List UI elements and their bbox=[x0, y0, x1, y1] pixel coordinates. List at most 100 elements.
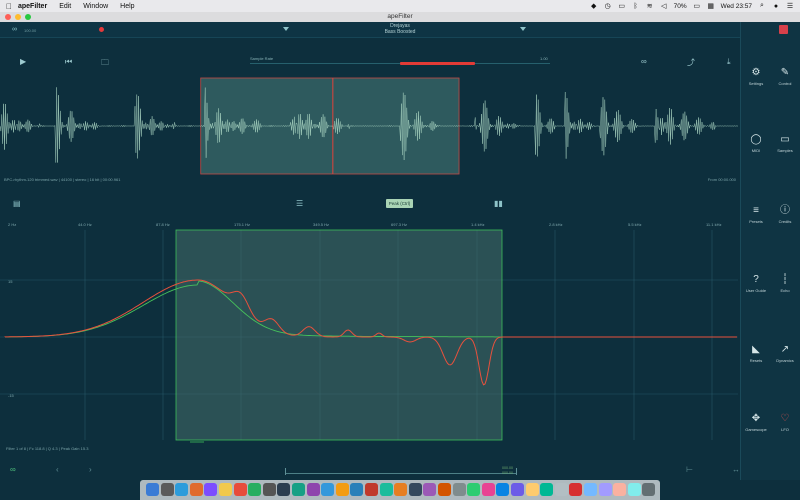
dock-app-icon[interactable] bbox=[160, 483, 174, 496]
panel-item-resets[interactable]: ◣ Resets bbox=[741, 343, 771, 363]
panel-item-lfo[interactable]: ♡ LFO bbox=[770, 412, 800, 432]
panel-item-label: Gamescope bbox=[745, 427, 767, 432]
peak-button[interactable]: Peak (Ctrl) bbox=[386, 199, 413, 208]
record-button[interactable] bbox=[99, 27, 104, 32]
expand-icon[interactable]: ↔ bbox=[732, 465, 740, 474]
dock-app-icon[interactable] bbox=[642, 483, 656, 496]
panel-item-midi[interactable]: ◯ MIDI bbox=[741, 133, 771, 153]
dock-app-icon[interactable] bbox=[554, 483, 568, 496]
bracket-icon[interactable]: ⊢ bbox=[686, 465, 693, 474]
dock-app-icon[interactable] bbox=[219, 483, 232, 496]
user-icon[interactable]: ● bbox=[772, 3, 780, 10]
next-arrow-icon[interactable]: › bbox=[89, 465, 92, 474]
preset-dropdown-icon[interactable] bbox=[520, 27, 526, 31]
panel-item-dynamics[interactable]: ↗ Dynamics bbox=[770, 343, 800, 363]
dock-app-icon[interactable] bbox=[350, 483, 364, 496]
menu-help[interactable]: Help bbox=[120, 3, 134, 10]
dock-app-icon[interactable] bbox=[627, 483, 641, 496]
loop-icon[interactable]: ∞ bbox=[641, 57, 647, 66]
apple-icon[interactable]:  bbox=[0, 2, 18, 11]
folder-open-icon[interactable]: 🗀 bbox=[101, 57, 109, 71]
dock-app-icon[interactable] bbox=[204, 483, 218, 496]
preset-subtitle[interactable]: Bass Boosted bbox=[340, 29, 460, 35]
menu-app-name[interactable]: apeFilter bbox=[18, 3, 47, 10]
link-icon[interactable]: ∞ bbox=[12, 26, 17, 33]
preset-prev-icon[interactable] bbox=[283, 27, 289, 31]
panel-item-echo[interactable]: ┆ Echo bbox=[770, 273, 800, 293]
panel-item-gamescope[interactable]: ✥ Gamescope bbox=[741, 412, 771, 432]
dock-app-icon[interactable] bbox=[306, 483, 320, 496]
eq-display[interactable] bbox=[0, 220, 738, 450]
dock-app-icon[interactable] bbox=[277, 483, 291, 496]
battery-percent[interactable]: 70% bbox=[674, 3, 687, 10]
dock-app-icon[interactable] bbox=[481, 483, 495, 496]
dock-app-icon[interactable] bbox=[189, 483, 203, 496]
volume-icon[interactable]: ◁ bbox=[660, 2, 668, 10]
dock-app-icon[interactable] bbox=[262, 483, 276, 496]
dock-app-icon[interactable] bbox=[248, 483, 262, 496]
filter-info: Filter 1 of 8 | Fc 118.8 | Q 4.3 | Peak … bbox=[6, 446, 89, 451]
dock-app-icon[interactable] bbox=[394, 483, 408, 496]
freq-tick-label: 87.8 Hz bbox=[156, 222, 170, 227]
dock-app-icon[interactable] bbox=[540, 483, 554, 496]
menu-window[interactable]: Window bbox=[83, 3, 108, 10]
dock-app-icon[interactable] bbox=[292, 483, 305, 496]
dock-app-icon[interactable] bbox=[598, 483, 612, 496]
airplay-icon[interactable]: ▭ bbox=[618, 2, 626, 10]
panel-item-label: Settings bbox=[748, 81, 764, 86]
sliders-icon[interactable]: ☰ bbox=[296, 199, 303, 208]
dock-app-icon[interactable] bbox=[496, 483, 510, 496]
panel-item-control[interactable]: ✎ Control bbox=[770, 66, 800, 86]
menu-edit[interactable]: Edit bbox=[59, 3, 71, 10]
bar-chart-icon[interactable]: ▤ bbox=[13, 199, 21, 208]
flag-icon[interactable]: ▦ bbox=[707, 2, 715, 10]
dock-app-icon[interactable] bbox=[452, 483, 466, 496]
play-icon[interactable]: ▶ bbox=[20, 57, 26, 66]
sample-rate-thumb[interactable] bbox=[400, 62, 475, 65]
dock-app-icon[interactable] bbox=[379, 483, 393, 496]
dock-app-icon[interactable] bbox=[335, 483, 349, 496]
dock-app-icon[interactable] bbox=[511, 483, 524, 496]
search-icon[interactable]: ⌕ bbox=[758, 2, 766, 10]
dock-app-icon[interactable] bbox=[321, 483, 335, 496]
dock-app-icon[interactable] bbox=[613, 483, 627, 496]
close-button[interactable] bbox=[5, 14, 11, 20]
panel-item-label: LFO bbox=[781, 427, 789, 432]
dock-app-icon[interactable] bbox=[584, 483, 597, 496]
columns-icon[interactable]: ▮▮ bbox=[494, 199, 503, 208]
panel-item-settings[interactable]: ⚙ Settings bbox=[741, 66, 771, 86]
notification-icon[interactable]: ☰ bbox=[786, 2, 794, 10]
dropbox-icon[interactable]: ◆ bbox=[590, 2, 598, 10]
bluetooth-icon[interactable]: ᛒ bbox=[632, 3, 640, 10]
panel-item-samples[interactable]: ▭ Samples bbox=[770, 133, 800, 153]
dock-app-icon[interactable] bbox=[423, 483, 437, 496]
dock-app-icon[interactable] bbox=[438, 483, 451, 496]
clock[interactable]: Wed 23:57 bbox=[721, 3, 752, 10]
dock-app-icon[interactable] bbox=[569, 483, 583, 496]
skip-back-icon[interactable]: ⏮ bbox=[65, 57, 72, 67]
zoom-button[interactable] bbox=[25, 14, 31, 20]
panel-item-user-guide[interactable]: ? User Guide bbox=[741, 273, 771, 293]
panel-item-label: Presets bbox=[749, 219, 763, 224]
dock-app-icon[interactable] bbox=[365, 483, 378, 496]
wifi-icon[interactable]: ≋ bbox=[646, 2, 654, 10]
link-toggle-icon[interactable]: ∞ bbox=[10, 465, 16, 474]
prev-arrow-icon[interactable]: ‹ bbox=[56, 465, 59, 474]
dock-app-icon[interactable] bbox=[175, 483, 189, 496]
save-icon[interactable] bbox=[779, 25, 788, 34]
panel-item-label: Samples bbox=[777, 148, 793, 153]
waveform-display[interactable] bbox=[0, 76, 738, 176]
dock-app-icon[interactable] bbox=[233, 483, 247, 496]
timemachine-icon[interactable]: ◷ bbox=[604, 2, 612, 10]
minimize-button[interactable] bbox=[15, 14, 21, 20]
freq-tick-label: 1.4 kHz bbox=[471, 222, 485, 227]
dock-app-icon[interactable] bbox=[467, 483, 481, 496]
dock-app-icon[interactable] bbox=[408, 483, 422, 496]
zoom-scrollbar[interactable] bbox=[285, 468, 517, 475]
panel-item-credits[interactable]: ⓘ Credits bbox=[770, 204, 800, 224]
curve-icon[interactable]: ⤴ bbox=[687, 57, 695, 68]
download-icon[interactable]: ⤓ bbox=[727, 57, 731, 67]
panel-item-presets[interactable]: ≡ Presets bbox=[741, 204, 771, 224]
dock-app-icon[interactable] bbox=[525, 483, 539, 496]
dock-app-icon[interactable] bbox=[146, 483, 159, 496]
